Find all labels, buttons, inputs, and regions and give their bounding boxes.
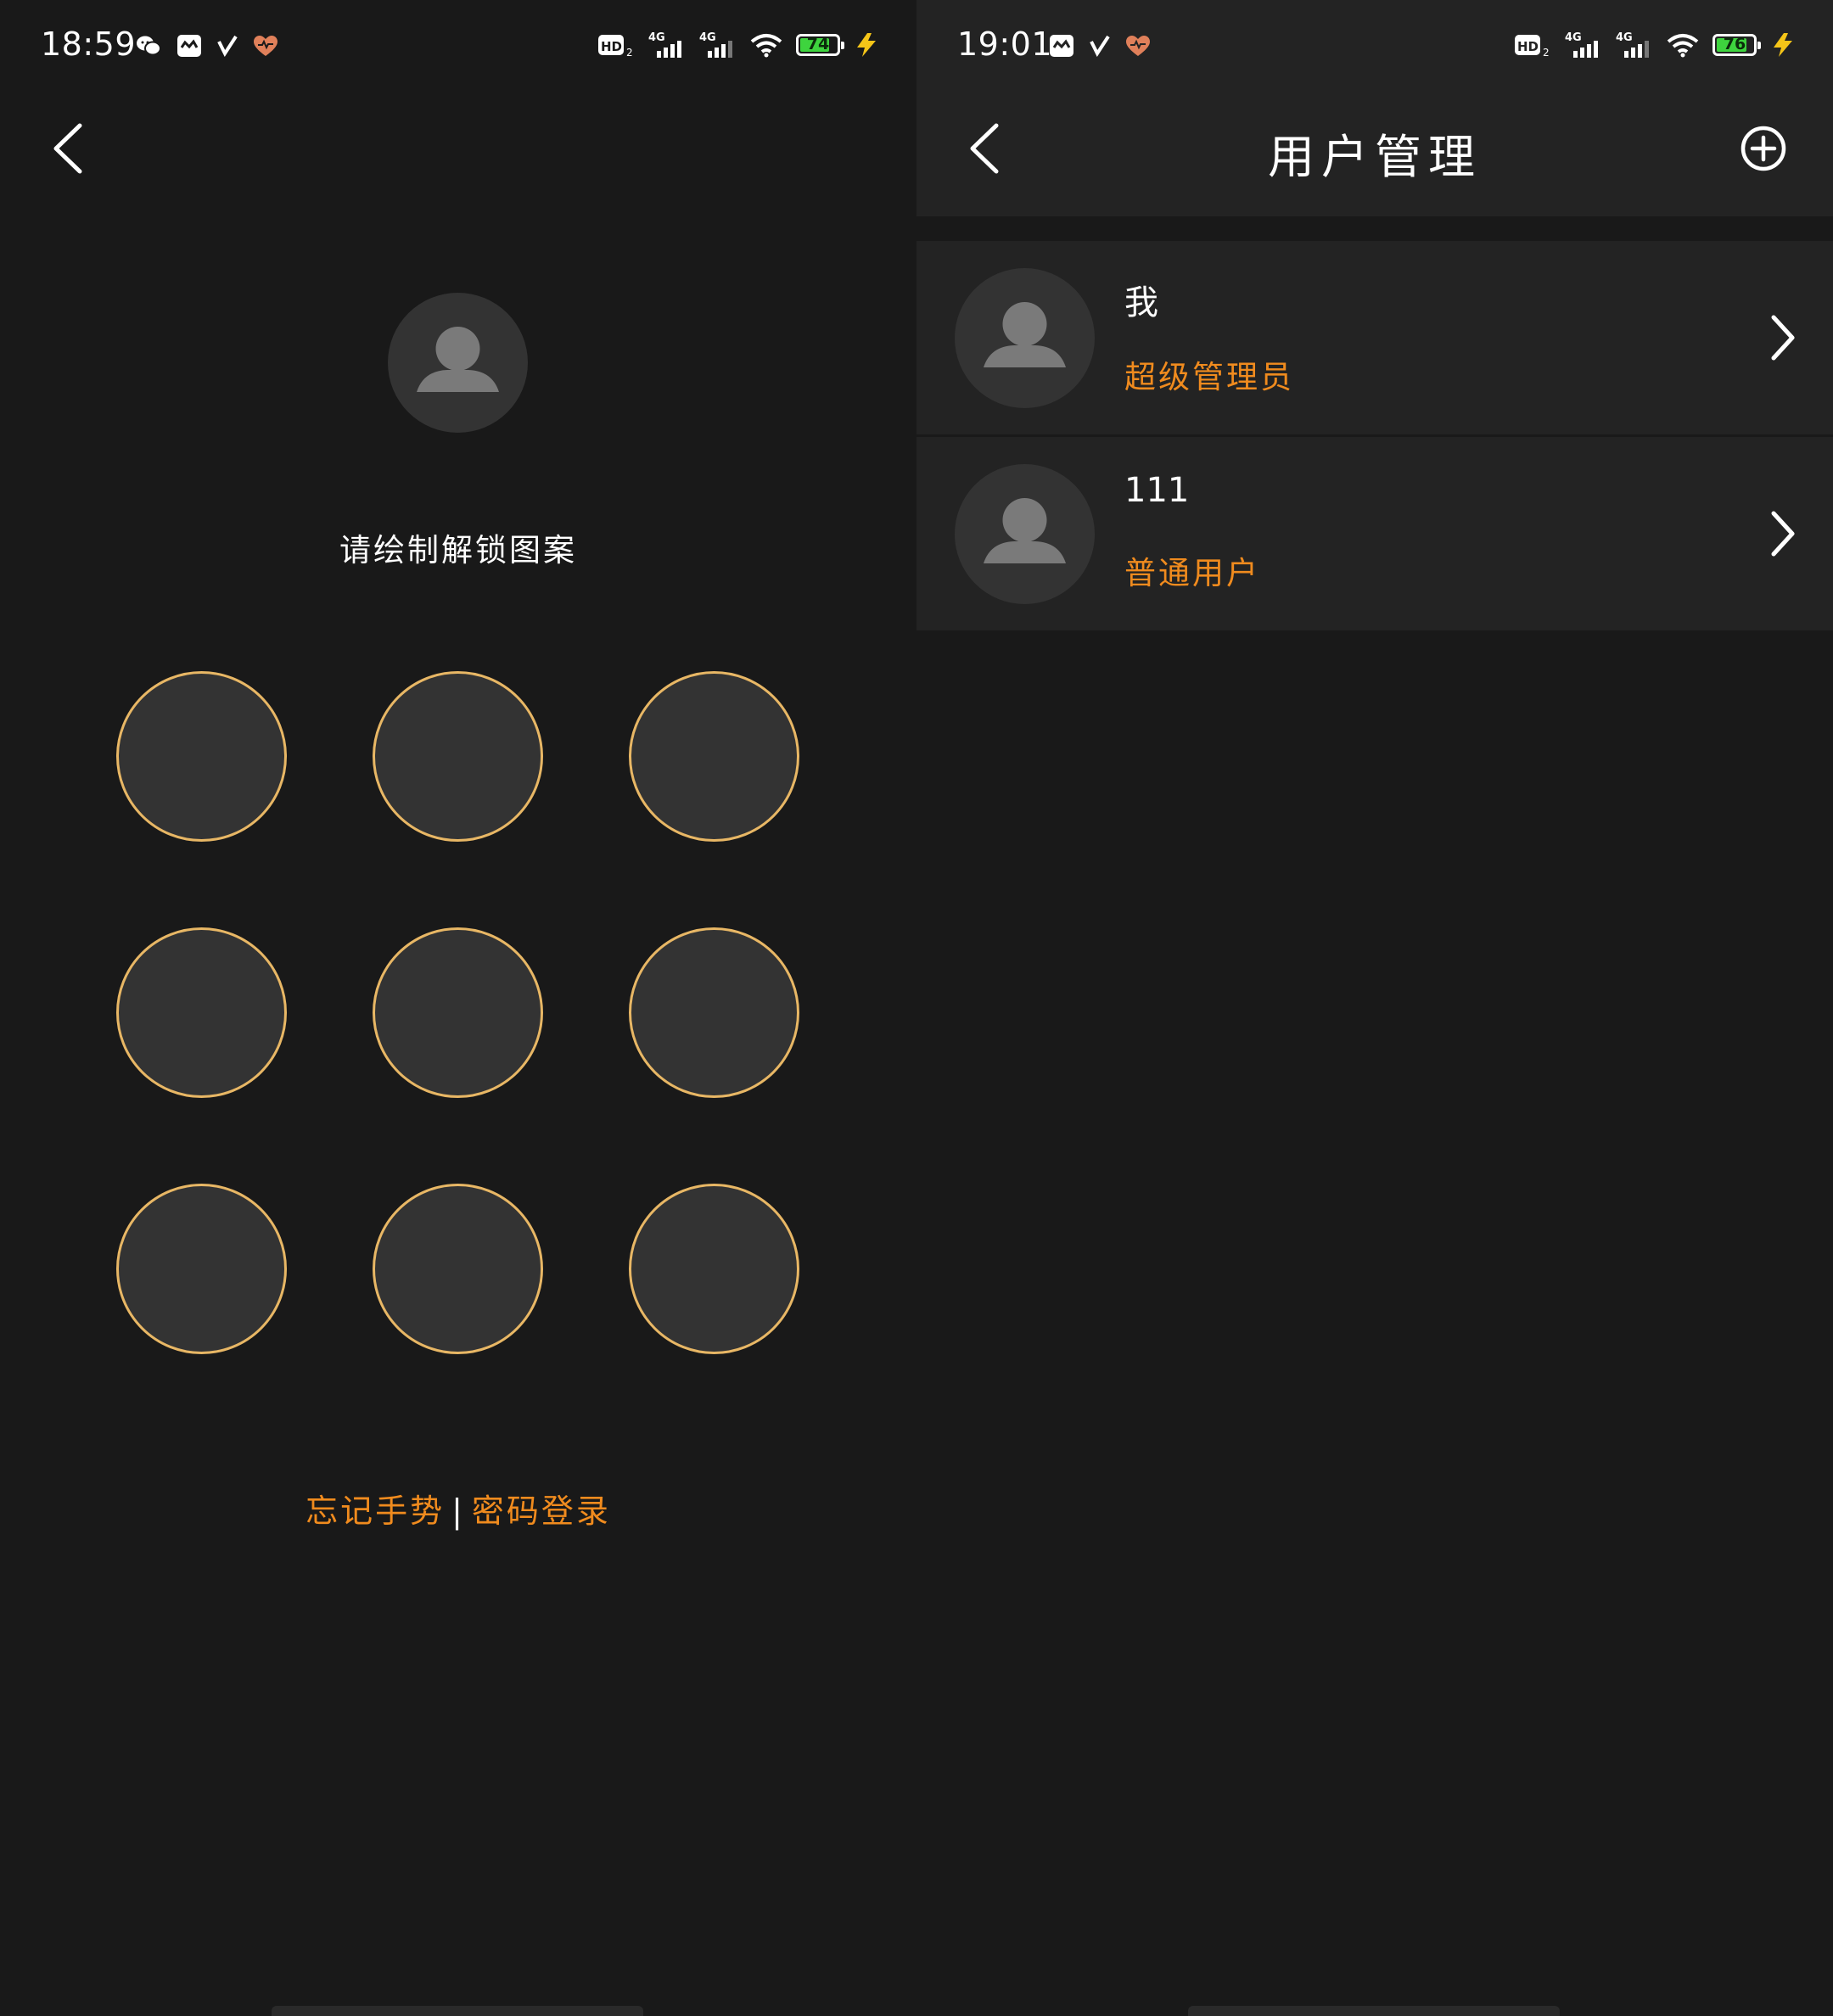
user-placeholder-icon [984,498,1066,563]
user-role: 普通用户 [1124,555,1260,591]
battery-level: 76 [1723,35,1746,53]
svg-text:2: 2 [626,47,633,58]
chevron-right-icon [1771,315,1795,361]
battery-icon: 74 [796,34,844,56]
pattern-node[interactable] [629,671,799,842]
signal-4g-icon: 4G [648,31,681,58]
svg-text:4G: 4G [699,31,716,44]
pattern-node[interactable] [373,927,543,1098]
link-separator: | [451,1492,465,1530]
add-user-icon[interactable] [1740,125,1787,172]
pattern-node[interactable] [373,671,543,842]
user-list-item[interactable]: 111 普通用户 [916,437,1833,630]
forgot-gesture-link[interactable]: 忘记手势 [306,1492,445,1530]
user-management-screen: 19:01 HD 2 4G 4G 76 用户管理 我 超级管理员 111 普通用… [916,0,1833,2016]
charging-bolt-icon [857,33,876,57]
chevron-right-icon [1771,511,1795,557]
system-status-icons: HD 2 4G 4G 76 [1514,31,1796,59]
check-icon [1090,35,1110,57]
status-bar: 19:01 HD 2 4G 4G 76 [916,0,1833,98]
user-placeholder-icon [417,327,499,392]
user-list: 我 超级管理员 111 普通用户 [916,241,1833,630]
signal-4g-icon: 4G [1616,31,1649,58]
signal-4g-icon: 4G [699,31,732,58]
svg-text:4G: 4G [648,31,665,44]
pattern-node[interactable] [116,671,287,842]
svg-text:4G: 4G [1565,31,1582,44]
pattern-node[interactable] [116,1184,287,1354]
check-icon [217,35,238,57]
svg-text:HD: HD [1517,39,1539,54]
signal-4g-icon: 4G [1565,31,1598,58]
user-name: 111 [1124,471,1190,510]
home-indicator[interactable] [1188,2006,1560,2016]
message-icon [1050,35,1073,57]
health-heart-icon [1126,36,1150,56]
battery-icon: 76 [1712,34,1761,56]
pattern-lock-screen: 18:59 HD 2 4G 4G 74 请绘制解锁图案 忘记手势 | 密码登录 [0,0,916,2016]
login-options: 忘记手势 | 密码登录 [0,1485,916,1532]
user-name: 我 [1124,283,1158,322]
pattern-grid[interactable] [116,671,800,1355]
health-heart-icon [254,36,277,56]
wechat-icon [137,36,161,56]
user-placeholder-icon [984,302,1066,367]
message-icon [177,35,201,57]
page-title: 用户管理 [1267,130,1482,184]
svg-text:2: 2 [1543,47,1550,58]
user-list-item[interactable]: 我 超级管理员 [916,241,1833,434]
back-icon[interactable] [48,119,92,178]
avatar [388,293,528,433]
password-login-link[interactable]: 密码登录 [472,1492,611,1530]
wifi-icon [750,34,782,58]
notification-icons [1049,34,1151,58]
hd-icon: HD 2 [598,35,633,58]
svg-text:4G: 4G [1616,31,1633,44]
pattern-prompt: 请绘制解锁图案 [339,532,577,568]
status-time: 18:59 [41,25,137,63]
user-role: 超级管理员 [1124,359,1294,395]
battery-level: 74 [806,35,830,53]
wifi-icon [1667,34,1699,58]
status-bar: 18:59 HD 2 4G 4G 74 [0,0,916,98]
home-indicator[interactable] [272,2006,643,2016]
pattern-node[interactable] [116,927,287,1098]
charging-bolt-icon [1774,33,1792,57]
pattern-node[interactable] [629,1184,799,1354]
avatar [955,464,1095,604]
notification-icons [136,34,278,58]
app-header: 19:01 HD 2 4G 4G 76 用户管理 [916,0,1833,216]
pattern-node[interactable] [629,927,799,1098]
pattern-node[interactable] [373,1184,543,1354]
avatar [955,268,1095,408]
hd-icon: HD 2 [1515,35,1550,58]
system-status-icons: HD 2 4G 4G 74 [597,31,879,59]
status-time: 19:01 [957,25,1053,63]
svg-text:HD: HD [601,39,622,54]
